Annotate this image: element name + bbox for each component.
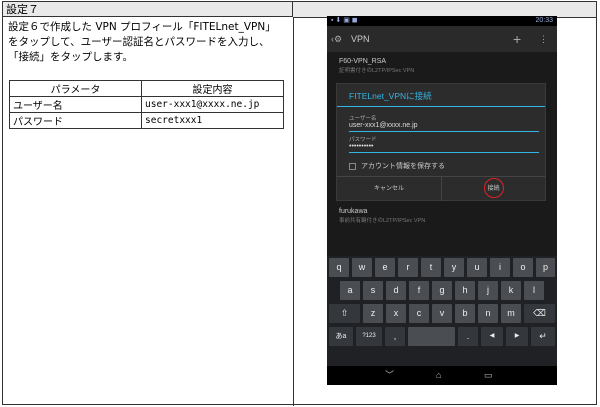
table-header: パラメータ — [9, 80, 142, 97]
vpn-subtitle: 証明書付きのL2TP/IPSec VPN — [339, 68, 415, 74]
dialog-button-row: キャンセル 接続 — [337, 176, 545, 201]
key-o[interactable]: o — [513, 258, 533, 277]
back-nav-icon[interactable]: ﹀ — [385, 366, 394, 385]
key-f[interactable]: f — [409, 281, 429, 300]
key-l[interactable]: l — [524, 281, 544, 300]
key-x[interactable]: x — [386, 304, 406, 323]
space-key[interactable] — [408, 327, 455, 346]
key-a[interactable]: a — [340, 281, 360, 300]
vpn-subtitle: 事前共有鍵付きのL2TP/IPSec VPN — [339, 218, 426, 224]
key-y[interactable]: y — [444, 258, 464, 277]
key-q[interactable]: q — [329, 258, 349, 277]
dialog-divider — [337, 106, 545, 107]
back-arrow-icon[interactable]: ‹⚙ — [331, 26, 342, 52]
cursor-left-key-icon[interactable]: ◀ — [481, 327, 503, 346]
key-h[interactable]: h — [455, 281, 475, 300]
instruction-line: をタップして、ユーザー認証名とパスワードを入力し、 — [8, 36, 270, 48]
period-key[interactable]: . — [458, 327, 478, 346]
key-e[interactable]: e — [375, 258, 395, 277]
connect-button[interactable]: 接続 — [442, 177, 545, 201]
table-header: 設定内容 — [141, 80, 284, 97]
vpn-name: F60-VPN_RSA — [339, 58, 387, 65]
comma-key[interactable]: , — [385, 327, 405, 346]
save-account-label: アカウント情報を保存する — [360, 163, 445, 170]
key-k[interactable]: k — [501, 281, 521, 300]
key-j[interactable]: j — [478, 281, 498, 300]
checkbox-icon — [349, 162, 356, 170]
key-g[interactable]: g — [432, 281, 452, 300]
cancel-button[interactable]: キャンセル — [337, 177, 442, 201]
key-n[interactable]: n — [478, 304, 498, 323]
recent-apps-icon[interactable]: ▭ — [484, 366, 493, 385]
vpn-list-item[interactable]: F60-VPN_RSA 証明書付きのL2TP/IPSec VPN — [339, 58, 414, 74]
section-title: 設定７ — [3, 2, 293, 17]
home-nav-icon[interactable]: ⌂ — [436, 366, 441, 385]
password-input[interactable]: •••••••••• — [349, 142, 539, 153]
save-account-checkbox[interactable]: アカウント情報を保存する — [349, 161, 445, 171]
username-input[interactable]: user-xxx1@xxxx.ne.jp — [349, 121, 539, 132]
parameter-table: パラメータ 設定内容 ユーザー名 user-xxx1@xxxx.ne.jp パス… — [9, 80, 284, 129]
key-m[interactable]: m — [501, 304, 521, 323]
dialog-title: FITELnet_VPNに接続 — [349, 91, 432, 101]
language-key[interactable]: あa — [329, 327, 353, 346]
table-row: ユーザー名 user-xxx1@xxxx.ne.jp — [9, 96, 284, 113]
cursor-right-key-icon[interactable]: ▶ — [506, 327, 528, 346]
appbar-title: VPN — [351, 34, 370, 44]
app-bar: ‹⚙ VPN + ⋮ — [327, 26, 557, 52]
key-d[interactable]: d — [386, 281, 406, 300]
key-w[interactable]: w — [352, 258, 372, 277]
navigation-bar: ﹀ ⌂ ▭ — [327, 366, 557, 385]
phone-screenshot: ▪ ⬇ ▣ ◼ 20:33 ‹⚙ VPN + ⋮ F60-VPN_RSA 証明書… — [327, 16, 557, 385]
instruction-text: 設定６で作成した VPN プロフィール「FITELnet_VPN」 をタップして… — [8, 20, 290, 65]
table-header-row: パラメータ 設定内容 — [9, 80, 284, 97]
notification-icons: ▪ ⬇ ▣ ◼ — [331, 17, 358, 24]
instruction-line: 「接続」をタップします。 — [8, 51, 133, 63]
vpn-list-item[interactable]: furukawa 事前共有鍵付きのL2TP/IPSec VPN — [339, 208, 425, 224]
soft-keyboard: q w e r t y u i o p a s d f g h j k l ⇧ … — [327, 256, 557, 366]
key-c[interactable]: c — [409, 304, 429, 323]
key-r[interactable]: r — [398, 258, 418, 277]
status-time: 20:33 — [535, 17, 553, 24]
key-b[interactable]: b — [455, 304, 475, 323]
status-bar: ▪ ⬇ ▣ ◼ 20:33 — [327, 16, 557, 26]
key-u[interactable]: u — [467, 258, 487, 277]
table-row: パスワード secretxxx1 — [9, 112, 284, 129]
key-s[interactable]: s — [363, 281, 383, 300]
key-t[interactable]: t — [421, 258, 441, 277]
overflow-menu-icon[interactable]: ⋮ — [539, 26, 548, 52]
enter-key-icon[interactable]: ↵ — [531, 327, 555, 346]
table-cell: user-xxx1@xxxx.ne.jp — [141, 96, 284, 113]
key-v[interactable]: v — [432, 304, 452, 323]
number-mode-key[interactable]: ?123 — [356, 327, 382, 346]
column-divider — [293, 17, 294, 406]
key-z[interactable]: z — [363, 304, 383, 323]
key-p[interactable]: p — [536, 258, 555, 277]
table-cell: secretxxx1 — [141, 112, 284, 129]
key-i[interactable]: i — [490, 258, 510, 277]
highlight-circle — [484, 178, 504, 198]
table-cell: ユーザー名 — [9, 96, 142, 113]
table-cell: パスワード — [9, 112, 142, 129]
shift-key-icon[interactable]: ⇧ — [329, 304, 360, 323]
backspace-key-icon[interactable]: ⌫ — [524, 304, 555, 323]
vpn-name: furukawa — [339, 208, 368, 215]
instruction-line: 設定６で作成した VPN プロフィール「FITELnet_VPN」 — [8, 21, 276, 33]
vpn-connect-dialog: FITELnet_VPNに接続 ユーザー名 user-xxx1@xxxx.ne.… — [336, 83, 546, 201]
add-vpn-icon[interactable]: + — [513, 26, 521, 52]
